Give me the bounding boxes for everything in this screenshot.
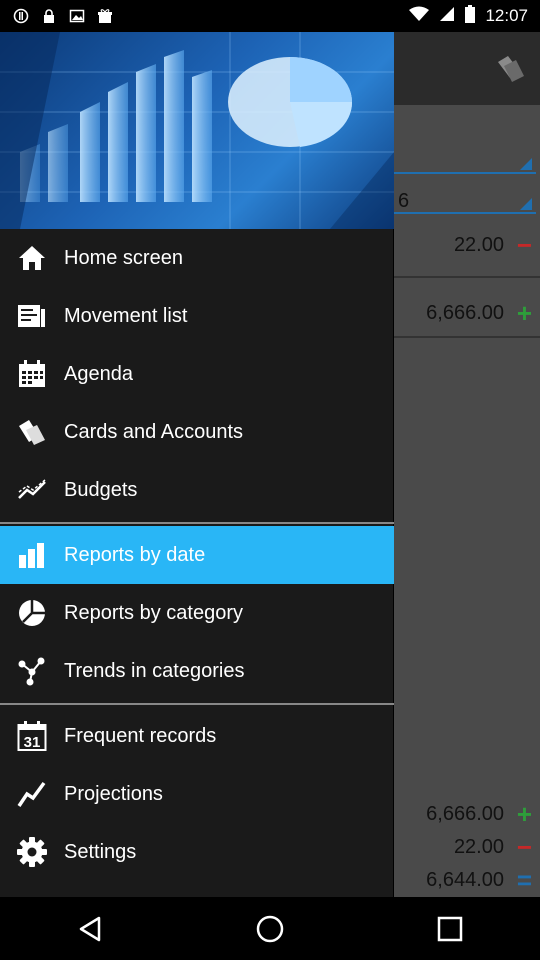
menu-item-label: Home screen [64,246,183,269]
amount-value: 22.00 [453,234,504,256]
equals-sign: = [516,865,532,895]
drawer-header-image [0,32,394,229]
filter-field-2[interactable]: 6 [392,188,536,214]
plus-sign: + [516,799,532,829]
menu-item-settings[interactable]: Settings [0,823,394,881]
trends-icon [0,642,64,700]
divider [392,276,540,278]
field-value: 6 [398,190,410,212]
amount-row: 22.00 − [392,230,540,260]
menu-divider [0,519,394,526]
menu-item-label: Agenda [64,362,133,385]
menu-item-label: Movement list [64,304,188,327]
home-button[interactable] [240,904,300,954]
minus-sign: − [516,230,532,260]
menu-item-label: Reports by date [64,543,206,566]
home-icon [0,229,64,287]
drawer-menu: Home screen Movement list Agenda Cards a… [0,229,394,881]
menu-item-label: Trends in categories [64,659,245,682]
total-value: 22.00 [453,836,504,858]
cards-icon [0,403,64,461]
plus-sign: + [516,298,532,328]
menu-item-label: Settings [64,840,137,863]
signal-icon [439,6,455,27]
bar-chart-icon [0,526,64,584]
screen: 12:07 6 22.00 − 6,666.00 + 6,666.00 + 22… [0,0,540,960]
pie-chart-icon [0,584,64,642]
wifi-icon [409,6,430,27]
menu-item-budgets[interactable]: Budgets [0,461,394,519]
navigation-drawer: Home screen Movement list Agenda Cards a… [0,32,394,897]
calendar-icon [0,345,64,403]
menu-item-agenda[interactable]: Agenda [0,345,394,403]
menu-item-trends-in-categories[interactable]: Trends in categories [0,642,394,700]
menu-item-label: Frequent records [64,724,217,747]
menu-item-home-screen[interactable]: Home screen [0,229,394,287]
menu-item-reports-by-date[interactable]: Reports by date [0,526,394,584]
circle-notification-icon [12,7,30,25]
recents-button[interactable] [420,904,480,954]
menu-divider [0,700,394,707]
amount-row: 6,666.00 + [392,298,540,328]
back-button[interactable] [60,904,120,954]
total-value: 6,644.00 [426,869,504,891]
battery-icon [465,4,476,28]
menu-item-label: Budgets [64,478,138,501]
movement-list-icon [0,287,64,345]
total-row: 6,666.00 + [392,799,540,829]
budgets-icon [0,461,64,519]
menu-item-projections[interactable]: Projections [0,765,394,823]
projections-icon [0,765,64,823]
lock-notification-icon [40,7,58,25]
gear-icon [0,823,64,881]
menu-item-reports-by-category[interactable]: Reports by category [0,584,394,642]
amount-value: 6,666.00 [426,302,504,324]
total-row: 22.00 − [392,832,540,862]
status-bar: 12:07 [0,0,540,32]
cards-icon[interactable] [494,52,526,84]
photo-notification-icon [68,7,86,25]
gift-notification-icon [96,7,114,25]
menu-item-frequent-records[interactable]: 31 Frequent records [0,707,394,765]
status-time: 12:07 [485,6,528,25]
total-value: 6,666.00 [426,803,504,825]
filter-field-1[interactable] [392,148,536,174]
calendar-31-icon: 31 [0,707,64,765]
menu-item-label: Reports by category [64,601,243,624]
menu-item-label: Cards and Accounts [64,420,243,443]
menu-item-label: Projections [64,782,163,805]
menu-item-cards-and-accounts[interactable]: Cards and Accounts [0,403,394,461]
total-row: 6,644.00 = [392,865,540,895]
minus-sign: − [516,832,532,862]
system-navigation-bar [0,897,540,960]
menu-item-movement-list[interactable]: Movement list [0,287,394,345]
calendar-31-text: 31 [24,734,41,751]
divider [392,336,540,338]
